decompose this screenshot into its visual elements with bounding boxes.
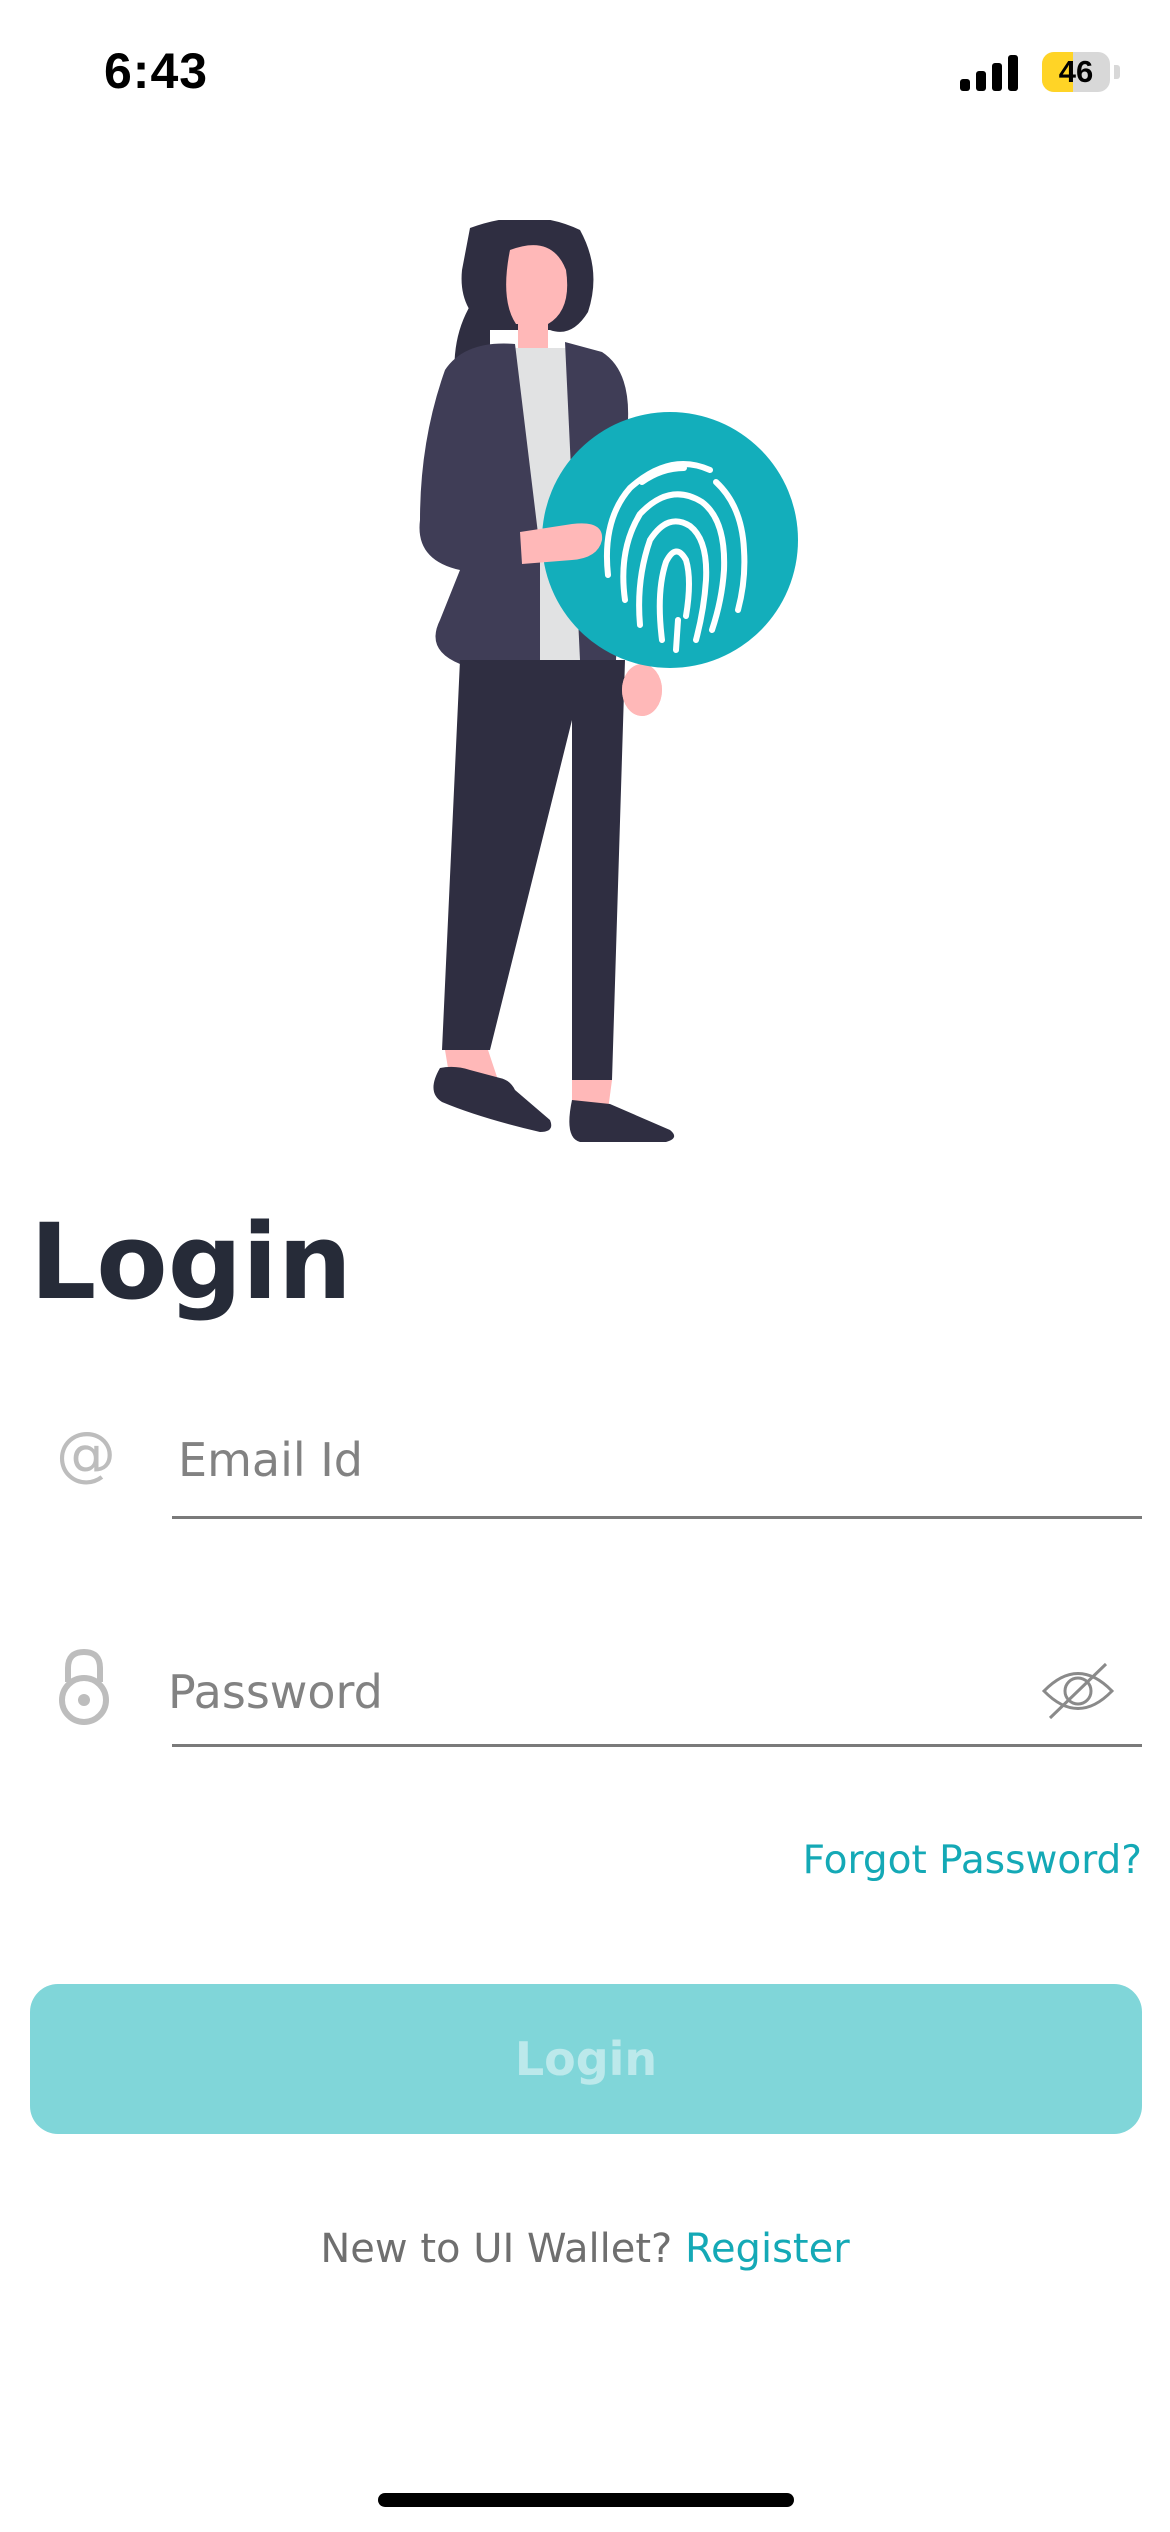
login-illustration (340, 217, 820, 1154)
person-holding-fingerprint-illustration (419, 217, 798, 1142)
email-underline (172, 1516, 1142, 1519)
password-input[interactable] (168, 1662, 988, 1722)
password-field (56, 1640, 1142, 1750)
lock-icon (56, 1646, 112, 1730)
password-underline (172, 1744, 1142, 1747)
home-indicator[interactable] (378, 2493, 794, 2507)
register-link[interactable]: Register (685, 2226, 850, 2272)
status-icons: 46 (960, 52, 1120, 92)
signal-icon (960, 53, 1024, 91)
battery-icon: 46 (1042, 52, 1110, 92)
register-prompt: New to UI Wallet? (320, 2226, 685, 2272)
login-button[interactable]: Login (30, 1984, 1142, 2134)
page-title: Login (30, 1201, 352, 1323)
battery-nub (1114, 65, 1120, 79)
email-input[interactable] (178, 1430, 1078, 1490)
register-row: New to UI Wallet? Register (0, 2226, 1170, 2272)
battery-level-text: 46 (1058, 54, 1094, 89)
email-field: @ (56, 1420, 1142, 1520)
status-time: 6:43 (104, 43, 209, 99)
eye-off-icon[interactable] (1040, 1660, 1116, 1726)
at-sign-icon: @ (56, 1419, 116, 1489)
forgot-password-link[interactable]: Forgot Password? (803, 1838, 1142, 1883)
